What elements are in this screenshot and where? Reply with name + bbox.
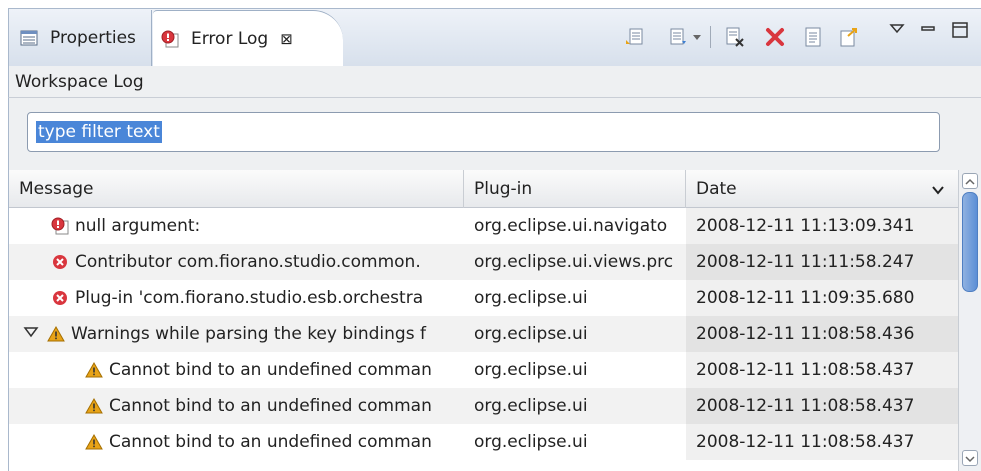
table-row[interactable]: Cannot bind to an undefined comman org.ec… xyxy=(9,388,958,424)
message-text: Cannot bind to an undefined comman xyxy=(109,360,432,380)
message-cell: Cannot bind to an undefined comman xyxy=(9,352,464,388)
error-log-icon xyxy=(51,217,69,235)
chevron-up-icon xyxy=(965,178,975,185)
message-text: null argument: xyxy=(75,216,201,236)
view-menu-icon[interactable] xyxy=(887,20,909,42)
message-text: Warnings while parsing the key bindings … xyxy=(71,324,426,344)
plugin-cell: org.eclipse.ui xyxy=(474,324,588,344)
message-cell: Cannot bind to an undefined comman xyxy=(9,424,464,460)
tab-error-log-label: Error Log xyxy=(191,28,269,49)
warning-icon xyxy=(47,325,65,343)
error-icon xyxy=(51,253,69,271)
chevron-down-icon xyxy=(965,456,975,463)
tab-properties[interactable]: Properties xyxy=(12,10,152,66)
warning-icon xyxy=(85,433,103,451)
table-row[interactable]: Warnings while parsing the key bindings … xyxy=(9,316,958,352)
log-table: Message Plug-in Date null argument: org.e… xyxy=(8,170,958,471)
filter-area: type filter text xyxy=(8,98,981,170)
message-cell: Plug-in 'com.fiorano.studio.esb.orchestr… xyxy=(9,280,464,316)
message-text: Cannot bind to an undefined comman xyxy=(109,396,432,416)
view-title-bar: Workspace Log xyxy=(8,66,981,98)
scroll-down-arrow[interactable] xyxy=(962,450,978,466)
plugin-cell: org.eclipse.ui xyxy=(474,396,588,416)
plugin-cell: org.eclipse.ui xyxy=(474,432,588,452)
import-log-icon[interactable] xyxy=(668,26,690,48)
clear-log-viewer-icon[interactable] xyxy=(724,26,746,48)
message-cell: Contributor com.fiorano.studio.common. xyxy=(9,244,464,280)
date-cell: 2008-12-11 11:08:58.437 xyxy=(686,388,958,424)
tab-properties-label: Properties xyxy=(50,28,136,48)
toolbar-separator xyxy=(710,26,711,48)
scrollbar-thumb[interactable] xyxy=(962,192,978,292)
date-cell: 2008-12-11 11:13:09.341 xyxy=(686,208,958,244)
date-cell: 2008-12-11 11:08:58.437 xyxy=(686,352,958,388)
date-cell: 2008-12-11 11:08:58.436 xyxy=(686,316,958,352)
table-header: Message Plug-in Date xyxy=(9,170,958,208)
date-cell: 2008-12-11 11:08:58.437 xyxy=(686,424,958,460)
date-cell: 2008-12-11 11:09:35.680 xyxy=(686,280,958,316)
properties-icon xyxy=(20,30,38,46)
plugin-cell: org.eclipse.ui xyxy=(474,360,588,380)
column-header-plugin[interactable]: Plug-in xyxy=(464,170,686,208)
date-cell: 2008-12-11 11:11:58.247 xyxy=(686,244,958,280)
view-title: Workspace Log xyxy=(15,71,144,92)
message-cell: Cannot bind to an undefined comman xyxy=(9,388,464,424)
table-row[interactable]: Contributor com.fiorano.studio.common. or… xyxy=(9,244,958,280)
message-text: Plug-in 'com.fiorano.studio.esb.orchestr… xyxy=(75,288,424,308)
column-header-date[interactable]: Date xyxy=(686,170,958,208)
expand-triangle-icon[interactable] xyxy=(23,324,39,345)
error-icon xyxy=(51,289,69,307)
view-tab-bar: Properties Error Log ⊠ xyxy=(0,0,981,66)
warning-icon xyxy=(85,361,103,379)
filter-input[interactable]: type filter text xyxy=(27,112,940,152)
restore-log-icon[interactable] xyxy=(838,26,860,48)
sort-chevron-down-icon xyxy=(932,186,944,195)
message-cell: null argument: xyxy=(9,208,464,244)
warning-icon xyxy=(85,397,103,415)
message-text: Contributor com.fiorano.studio.common. xyxy=(75,252,421,272)
tab-error-log[interactable]: Error Log ⊠ xyxy=(153,10,343,66)
maximize-icon[interactable] xyxy=(950,20,972,42)
plugin-cell: org.eclipse.ui.views.prc xyxy=(474,252,674,272)
plugin-cell: org.eclipse.ui xyxy=(474,288,588,308)
table-row[interactable]: null argument: org.eclipse.ui.navigato 200… xyxy=(9,208,958,244)
message-text: Cannot bind to an undefined comman xyxy=(109,432,432,452)
table-row[interactable]: Cannot bind to an undefined comman org.ec… xyxy=(9,352,958,388)
plugin-cell: org.eclipse.ui.navigato xyxy=(474,216,668,236)
open-log-icon[interactable] xyxy=(802,26,824,48)
scroll-up-arrow[interactable] xyxy=(962,173,978,189)
minimize-icon[interactable] xyxy=(918,20,940,42)
column-header-message[interactable]: Message xyxy=(9,170,464,208)
chevron-down-icon[interactable] xyxy=(690,26,712,48)
error-log-icon xyxy=(161,30,179,47)
close-icon[interactable]: ⊠ xyxy=(280,30,293,48)
filter-input-text: type filter text xyxy=(36,121,162,143)
export-log-icon[interactable] xyxy=(624,26,646,48)
vertical-scrollbar[interactable] xyxy=(958,170,981,471)
table-row[interactable]: Plug-in 'com.fiorano.studio.esb.orchestr… xyxy=(9,280,958,316)
table-row[interactable]: Cannot bind to an undefined comman org.ec… xyxy=(9,424,958,460)
message-cell: Warnings while parsing the key bindings … xyxy=(9,316,464,352)
delete-log-icon[interactable] xyxy=(764,26,786,48)
